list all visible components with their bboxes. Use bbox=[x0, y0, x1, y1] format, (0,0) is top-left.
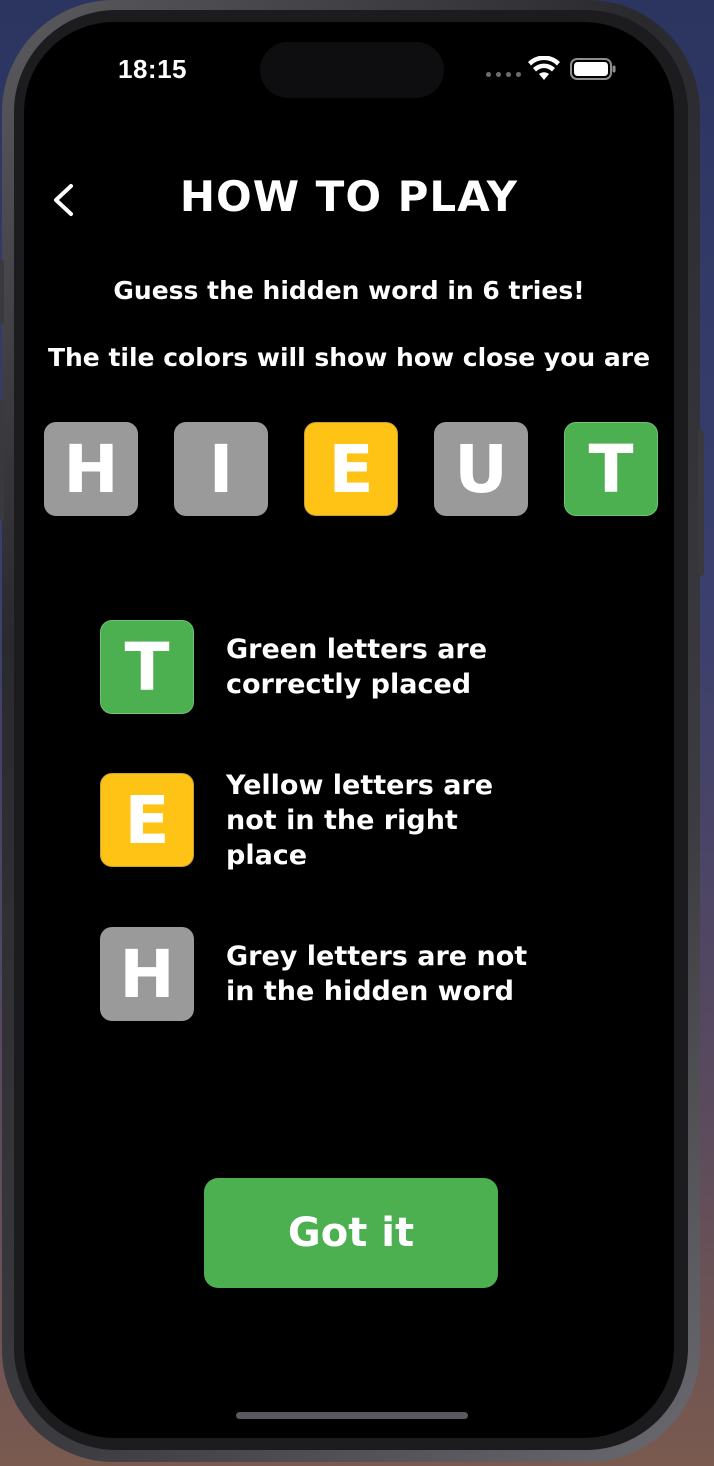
legend-tile-grey: H bbox=[100, 927, 194, 1021]
example-tile: I bbox=[174, 422, 268, 516]
page-title: HOW TO PLAY bbox=[179, 172, 519, 221]
side-button bbox=[698, 430, 704, 576]
legend-text-grey: Grey letters are not in the hidden word bbox=[226, 941, 528, 1007]
example-tile: T bbox=[564, 422, 658, 516]
home-indicator[interactable] bbox=[236, 1412, 468, 1419]
got-it-button[interactable]: Got it bbox=[204, 1178, 498, 1288]
battery-icon bbox=[570, 58, 616, 80]
intro-line-2: The tile colors will show how close you … bbox=[47, 343, 651, 372]
example-tile: E bbox=[304, 422, 398, 516]
legend-text-yellow: Yellow letters are not in the right plac… bbox=[226, 770, 494, 871]
side-button bbox=[0, 260, 4, 324]
intro-line-1: Guess the hidden word in 6 tries! bbox=[113, 276, 585, 305]
legend-text-green: Green letters are correctly placed bbox=[226, 634, 488, 700]
example-tile: H bbox=[44, 422, 138, 516]
side-button bbox=[0, 400, 4, 520]
app-screen: 18:15 HOW TO PLAY Guess the hidden word … bbox=[24, 22, 674, 1438]
legend-tile-green: T bbox=[100, 620, 194, 714]
legend-tile-yellow: E bbox=[100, 773, 194, 867]
wifi-icon bbox=[528, 56, 560, 80]
dynamic-island bbox=[260, 42, 444, 98]
cellular-dots-icon bbox=[486, 72, 521, 77]
status-time: 18:15 bbox=[118, 54, 187, 84]
example-tile: U bbox=[434, 422, 528, 516]
